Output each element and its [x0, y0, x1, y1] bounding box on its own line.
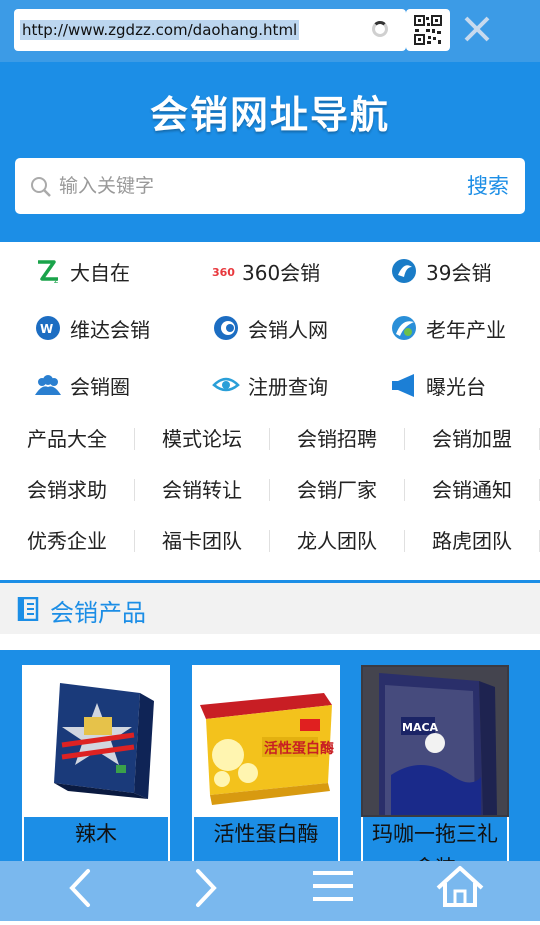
book-icon — [17, 597, 39, 621]
divider — [269, 530, 270, 552]
page-header: 会销网址导航 搜索 — [0, 62, 540, 242]
search-button[interactable]: 搜索 — [467, 171, 509, 201]
featured-label: 360会销 — [242, 260, 321, 285]
svg-text:活性蛋白酶: 活性蛋白酶 — [264, 740, 334, 757]
featured-link-huixiaoren[interactable]: 会销人网 — [212, 306, 328, 350]
product-name: 玛咖一拖三礼盒装 — [363, 817, 507, 865]
svg-text:W: W — [40, 322, 53, 336]
link-zhuanrang[interactable]: 会销转让 — [135, 465, 269, 515]
featured-links: z 大自在 360 360会销 39会销 W 维达会销 会销人网 老年产业 会销… — [0, 242, 540, 414]
link-tongzhi[interactable]: 会销通知 — [405, 465, 539, 515]
search-bar: 搜索 — [15, 158, 525, 214]
featured-label: 维达会销 — [70, 317, 150, 342]
svg-text:360: 360 — [212, 266, 235, 279]
product-name: 辣木 — [24, 817, 168, 865]
39-logo-icon — [392, 259, 416, 283]
link-moshi[interactable]: 模式论坛 — [135, 414, 269, 464]
link-luhu[interactable]: 路虎团队 — [405, 516, 539, 566]
menu-icon[interactable] — [303, 861, 363, 921]
section-title: 会销产品 — [50, 599, 146, 627]
qr-code-icon[interactable] — [406, 9, 450, 51]
featured-label: 会销人网 — [248, 317, 328, 342]
featured-label: 注册查询 — [248, 374, 328, 399]
divider — [269, 428, 270, 450]
category-links: 产品大全 模式论坛 会销招聘 会销加盟 会销求助 会销转让 会销厂家 会销通知 … — [0, 414, 540, 570]
featured-label: 会销圈 — [70, 374, 130, 399]
360-logo-icon: 360 — [212, 266, 235, 279]
featured-label: 老年产业 — [426, 317, 506, 342]
product-image — [22, 665, 170, 817]
link-changjia[interactable]: 会销厂家 — [270, 465, 404, 515]
featured-link-zhuce[interactable]: 注册查询 — [212, 363, 328, 407]
svg-text:z: z — [54, 276, 58, 285]
divider — [404, 530, 405, 552]
bottom-toolbar — [0, 861, 540, 921]
people-icon — [35, 375, 61, 395]
back-icon[interactable] — [50, 861, 110, 921]
huixiaoren-logo-icon — [214, 316, 238, 340]
link-longren[interactable]: 龙人团队 — [270, 516, 404, 566]
featured-link-laonian[interactable]: 老年产业 — [390, 306, 506, 350]
url-field[interactable]: http://www.zgdzz.com/daohang.html — [14, 9, 406, 51]
product-image: 活性蛋白酶 — [192, 665, 340, 817]
featured-label: 大自在 — [70, 260, 130, 285]
link-qiuzhu[interactable]: 会销求助 — [0, 465, 134, 515]
product-image: MACA — [361, 665, 509, 817]
url-text[interactable]: http://www.zgdzz.com/daohang.html — [20, 20, 300, 40]
featured-link-huixiaoquan[interactable]: 会销圈 — [34, 363, 130, 407]
search-input[interactable] — [59, 171, 419, 201]
featured-link-weida[interactable]: W 维达会销 — [34, 306, 150, 350]
close-icon[interactable] — [460, 10, 494, 48]
divider — [134, 530, 135, 552]
featured-link-dazizai[interactable]: z 大自在 — [34, 249, 130, 293]
divider — [404, 428, 405, 450]
link-chanpin[interactable]: 产品大全 — [0, 414, 134, 464]
featured-link-360[interactable]: 360 360会销 — [212, 249, 320, 293]
featured-label: 39会销 — [426, 260, 492, 285]
product-name: 活性蛋白酶 — [194, 817, 338, 865]
link-zhaopin[interactable]: 会销招聘 — [270, 414, 404, 464]
products-section-header: 会销产品 — [0, 580, 540, 634]
forward-icon[interactable] — [176, 861, 236, 921]
eye-icon — [212, 377, 240, 392]
page-title: 会销网址导航 — [149, 93, 390, 137]
featured-link-baoguang[interactable]: 曝光台 — [390, 363, 486, 407]
weida-logo-icon: W — [36, 316, 60, 340]
search-icon — [31, 177, 51, 197]
svg-text:MACA: MACA — [402, 721, 439, 734]
featured-link-39[interactable]: 39会销 — [390, 249, 491, 293]
featured-label: 曝光台 — [426, 374, 486, 399]
browser-url-bar: http://www.zgdzz.com/daohang.html — [0, 0, 540, 64]
product-list: 辣木 活性蛋白酶 活性蛋白酶 MACA 玛咖一拖三礼 — [0, 650, 540, 865]
link-jiameng[interactable]: 会销加盟 — [405, 414, 539, 464]
link-fuka[interactable]: 福卡团队 — [135, 516, 269, 566]
divider — [404, 479, 405, 501]
divider — [269, 479, 270, 501]
loading-spinner-icon — [372, 21, 388, 37]
divider — [134, 479, 135, 501]
home-icon[interactable] — [430, 861, 490, 921]
product-card[interactable]: 辣木 — [22, 665, 170, 865]
dazizai-logo-icon: z — [38, 260, 58, 285]
link-youxiu[interactable]: 优秀企业 — [0, 516, 134, 566]
divider — [134, 428, 135, 450]
laonian-logo-icon — [392, 316, 416, 340]
product-card[interactable]: MACA 玛咖一拖三礼盒装 — [361, 665, 509, 865]
product-card[interactable]: 活性蛋白酶 活性蛋白酶 — [192, 665, 340, 865]
megaphone-icon — [392, 374, 414, 397]
